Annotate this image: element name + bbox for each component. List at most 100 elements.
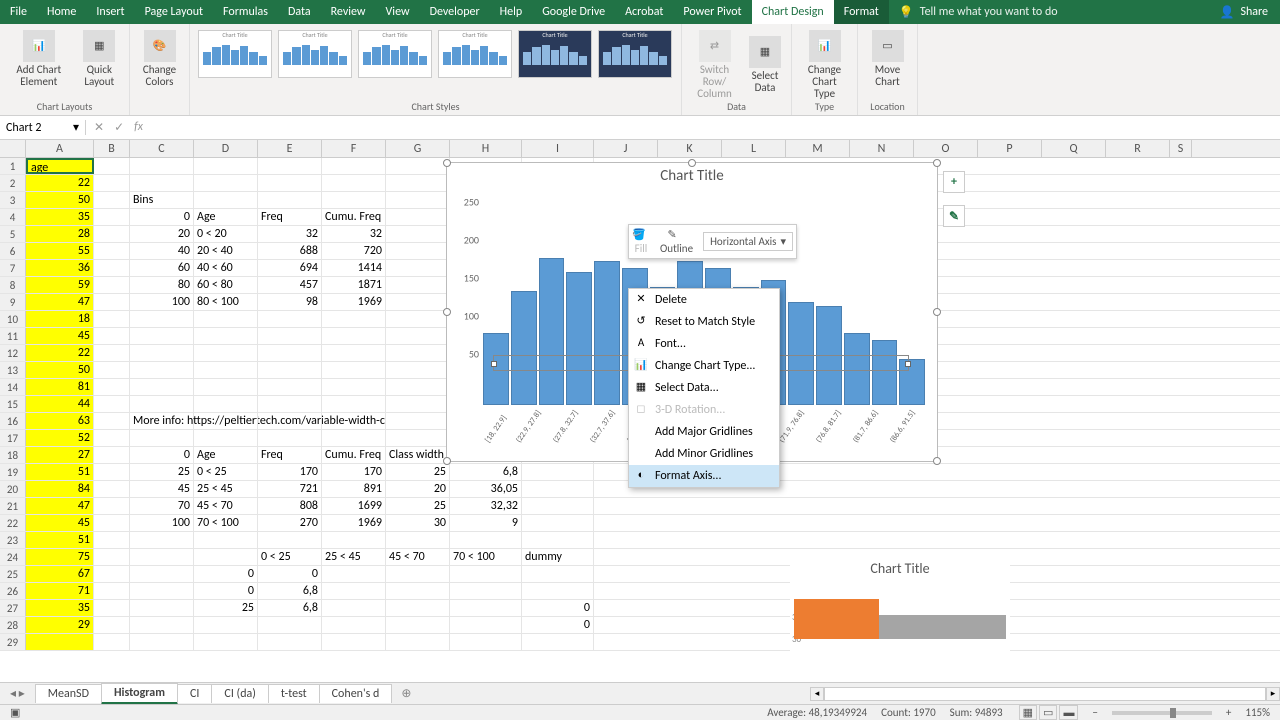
cell[interactable]: 6,8: [258, 583, 322, 599]
cell[interactable]: [194, 328, 258, 344]
cell[interactable]: [130, 634, 194, 650]
row-header[interactable]: 12: [0, 345, 26, 361]
select-all-corner[interactable]: [0, 140, 26, 157]
cell[interactable]: [94, 362, 130, 378]
context-menu-item[interactable]: AFont...: [629, 333, 779, 355]
context-menu-item[interactable]: 📊Change Chart Type...: [629, 355, 779, 377]
cell[interactable]: [94, 311, 130, 327]
cell[interactable]: [94, 549, 130, 565]
cell[interactable]: 9: [450, 515, 522, 531]
cell[interactable]: 0: [522, 600, 594, 616]
col-header-O[interactable]: O: [914, 140, 978, 157]
cell[interactable]: [322, 634, 386, 650]
cell[interactable]: 891: [322, 481, 386, 497]
row-header[interactable]: 20: [0, 481, 26, 497]
chart-style-1[interactable]: Chart Title: [198, 30, 272, 78]
cell[interactable]: [94, 566, 130, 582]
cell[interactable]: [322, 532, 386, 548]
cell[interactable]: 720: [322, 243, 386, 259]
cell[interactable]: [94, 158, 130, 174]
cell[interactable]: [130, 379, 194, 395]
cell[interactable]: [258, 175, 322, 191]
cell[interactable]: [194, 617, 258, 633]
sheet-tab-cohens-d[interactable]: Cohen's d: [319, 684, 393, 703]
record-macro-icon[interactable]: ▣: [10, 706, 20, 719]
chart-handle[interactable]: [933, 308, 941, 316]
cell[interactable]: [258, 634, 322, 650]
cell[interactable]: 270: [258, 515, 322, 531]
sheet-tab-ttest[interactable]: t-test: [268, 684, 320, 703]
chart-style-2[interactable]: Chart Title: [278, 30, 352, 78]
chart2-title[interactable]: Chart Title: [790, 558, 1010, 579]
cell[interactable]: [94, 396, 130, 412]
view-buttons[interactable]: ▦▭▬: [1017, 706, 1079, 719]
context-menu-item[interactable]: ▦Select Data...: [629, 377, 779, 399]
cell[interactable]: [258, 345, 322, 361]
cell[interactable]: 81: [26, 379, 94, 395]
cell[interactable]: [130, 175, 194, 191]
cell[interactable]: [194, 396, 258, 412]
cell[interactable]: 22: [26, 175, 94, 191]
cell[interactable]: [386, 243, 450, 259]
cell[interactable]: 721: [258, 481, 322, 497]
cell[interactable]: [386, 430, 450, 446]
cell[interactable]: 60: [130, 260, 194, 276]
cell[interactable]: [130, 600, 194, 616]
cell[interactable]: [258, 362, 322, 378]
cell[interactable]: [94, 277, 130, 293]
cell[interactable]: [322, 413, 386, 429]
cell[interactable]: 0: [194, 583, 258, 599]
move-chart-button[interactable]: ▭Move Chart: [864, 28, 911, 90]
cell[interactable]: 808: [258, 498, 322, 514]
cell[interactable]: [94, 379, 130, 395]
chart-handle[interactable]: [443, 159, 451, 167]
cell[interactable]: [194, 549, 258, 565]
row-header[interactable]: 8: [0, 277, 26, 293]
cell[interactable]: 20: [130, 226, 194, 242]
cell[interactable]: [386, 175, 450, 191]
cell[interactable]: [386, 260, 450, 276]
col-header-H[interactable]: H: [450, 140, 522, 157]
cell[interactable]: [386, 328, 450, 344]
row-header[interactable]: 15: [0, 396, 26, 412]
cell[interactable]: 100: [130, 294, 194, 310]
col-header-E[interactable]: E: [258, 140, 322, 157]
cell[interactable]: [94, 413, 130, 429]
cell[interactable]: [94, 243, 130, 259]
sheet-nav-prev[interactable]: ◂ ▸: [0, 686, 35, 701]
cell[interactable]: 0: [130, 447, 194, 463]
col-header-J[interactable]: J: [594, 140, 658, 157]
zoom-out-button[interactable]: −: [1092, 706, 1097, 719]
cell[interactable]: Cumu. Freq: [322, 447, 386, 463]
context-menu-item[interactable]: ↺Reset to Match Style: [629, 311, 779, 333]
row-header[interactable]: 10: [0, 311, 26, 327]
cell[interactable]: [322, 175, 386, 191]
row-header[interactable]: 1: [0, 158, 26, 174]
row-header[interactable]: 3: [0, 192, 26, 208]
cell[interactable]: [258, 192, 322, 208]
cell[interactable]: 170: [322, 464, 386, 480]
row-header[interactable]: 22: [0, 515, 26, 531]
cell[interactable]: 1699: [322, 498, 386, 514]
cell[interactable]: age: [26, 158, 94, 174]
cell[interactable]: 100: [130, 515, 194, 531]
cell[interactable]: 67: [26, 566, 94, 582]
tab-help[interactable]: Help: [490, 0, 533, 24]
cell[interactable]: [450, 634, 522, 650]
cell[interactable]: 70 < 100: [450, 549, 522, 565]
col-header-K[interactable]: K: [658, 140, 722, 157]
chart-bar[interactable]: [539, 258, 565, 405]
row-header[interactable]: 23: [0, 532, 26, 548]
row-header[interactable]: 27: [0, 600, 26, 616]
chart-bar[interactable]: [594, 261, 620, 405]
cell[interactable]: 18: [26, 311, 94, 327]
chart-style-6[interactable]: Chart Title: [598, 30, 672, 78]
context-menu-item[interactable]: ✕Delete: [629, 289, 779, 311]
cell[interactable]: [386, 311, 450, 327]
cell[interactable]: [94, 583, 130, 599]
cell[interactable]: 30: [386, 515, 450, 531]
cell[interactable]: [130, 328, 194, 344]
cell[interactable]: [522, 566, 594, 582]
row-header[interactable]: 17: [0, 430, 26, 446]
cell[interactable]: 47: [26, 294, 94, 310]
